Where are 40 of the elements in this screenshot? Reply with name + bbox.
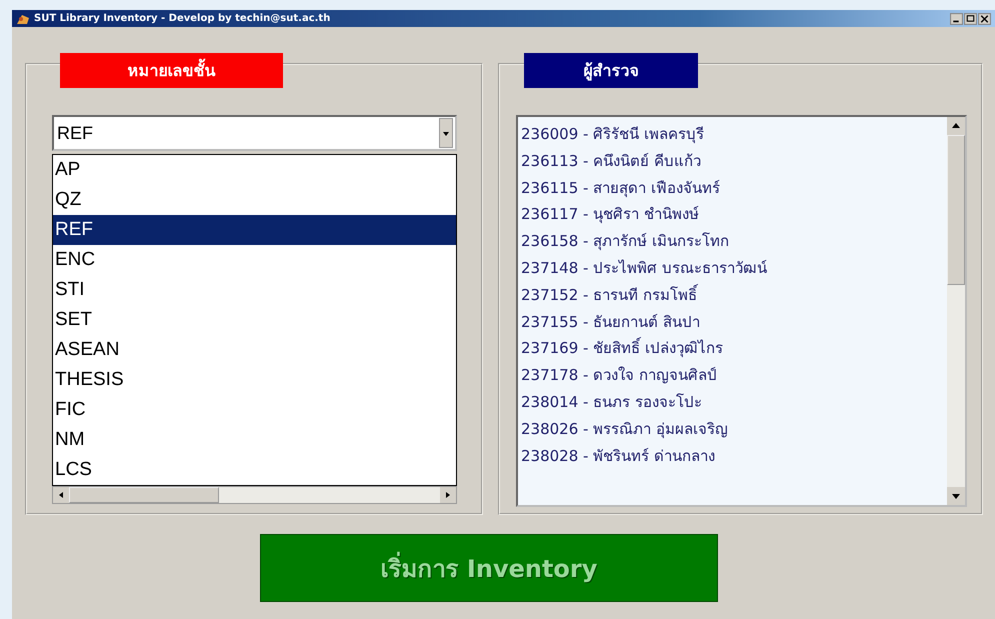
surveyor-item[interactable]: 237155 - ธันยกานต์ สินปา xyxy=(521,308,947,336)
surveyor-item[interactable]: 236009 - ศิริรัชนี เพลครบุรี xyxy=(521,121,947,148)
surveyor-item[interactable]: 236115 - สายสุดา เฟืองจันทร์ xyxy=(521,174,947,202)
minimize-icon[interactable] xyxy=(950,12,963,24)
dropdown-item[interactable]: AP xyxy=(53,155,456,185)
dropdown-item[interactable]: FIC xyxy=(53,395,456,425)
surveyor-item[interactable]: 236117 - นุชศิรา ชำนิพงษ์ xyxy=(521,201,947,228)
dropdown-item[interactable]: NM xyxy=(53,425,456,455)
shelf-label: หมายเลขชั้น xyxy=(60,53,283,88)
app-icon xyxy=(16,12,30,24)
vertical-scrollbar[interactable] xyxy=(947,117,965,505)
surveyor-item[interactable]: 238014 - ธนภร รองจะโปะ xyxy=(521,388,947,416)
scroll-left-icon[interactable] xyxy=(53,487,69,503)
surveyor-item[interactable]: 237152 - ธารนที กรมโพธิ์ xyxy=(521,282,947,309)
dropdown-item[interactable]: STI xyxy=(53,275,456,305)
scroll-thumb[interactable] xyxy=(69,487,219,503)
surveyor-item[interactable]: 236113 - คนึงนิตย์ คีบแก้ว xyxy=(521,148,947,175)
surveyor-item[interactable]: 238028 - พัชรินทร์ ด่านกลาง xyxy=(521,442,947,470)
surveyor-label: ผู้สำรวจ xyxy=(524,53,698,88)
scroll-right-icon[interactable] xyxy=(440,487,456,503)
dropdown-item[interactable]: REF xyxy=(53,215,456,245)
dropdown-item[interactable]: ASEAN xyxy=(53,335,456,365)
dropdown-item[interactable]: QZ xyxy=(53,185,456,215)
surveyor-item[interactable]: 237178 - ดวงใจ กาญจนศิลป์ xyxy=(521,362,947,389)
maximize-icon[interactable] xyxy=(964,12,977,24)
surveyor-item[interactable]: 237169 - ชัยสิทธิ์ เปล่งวุฒิไกร xyxy=(521,335,947,362)
horizontal-scrollbar[interactable] xyxy=(52,486,457,504)
scroll-up-icon[interactable] xyxy=(947,117,965,135)
dropdown-item[interactable]: SET xyxy=(53,305,456,335)
surveyor-item[interactable]: 237148 - ประไพพิศ บรณะธาราวัฒน์ xyxy=(521,254,947,282)
shelf-combo-box[interactable]: REF xyxy=(52,115,457,151)
close-icon[interactable] xyxy=(978,12,991,24)
surveyor-item[interactable]: 236158 - สุภารักษ์ เมินกระโทก xyxy=(521,228,947,255)
scroll-thumb[interactable] xyxy=(947,135,965,285)
dropdown-item[interactable]: THESIS xyxy=(53,365,456,395)
scroll-down-icon[interactable] xyxy=(947,487,965,505)
window-title: SUT Library Inventory - Develop by techin@sut.ac.th xyxy=(34,13,332,24)
dropdown-item[interactable]: LCS xyxy=(53,455,456,485)
dropdown-item[interactable]: ENC xyxy=(53,245,456,275)
surveyor-item[interactable]: 238026 - พรรณิภา อุ่มผลเจริญ xyxy=(521,416,947,443)
